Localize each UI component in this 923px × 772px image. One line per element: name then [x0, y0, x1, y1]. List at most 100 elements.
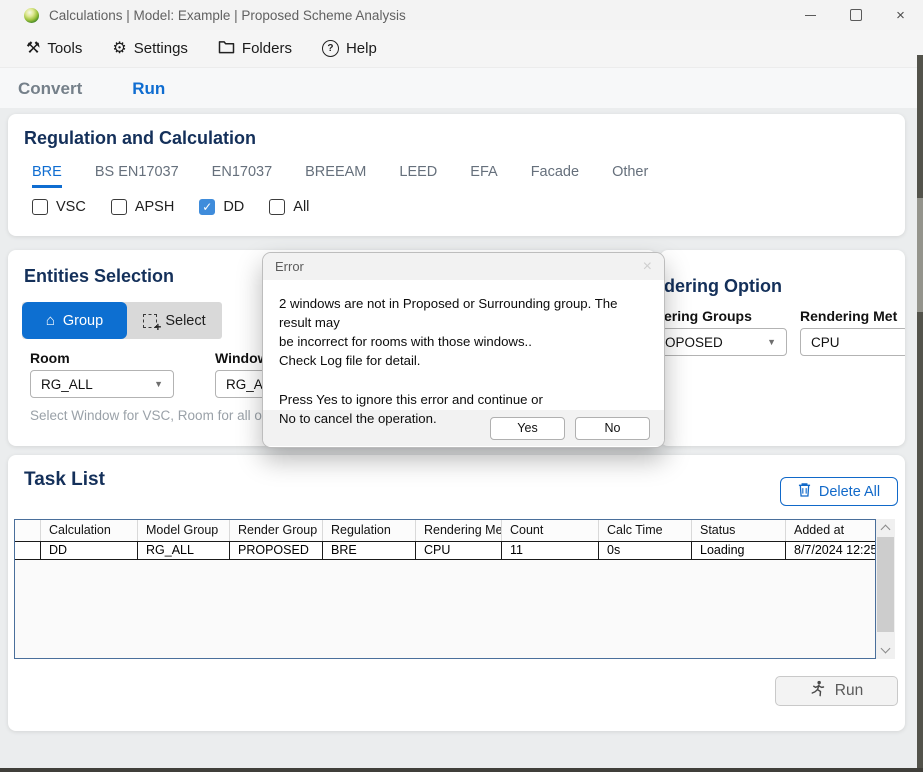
chevron-down-icon: ▼ [767, 337, 776, 347]
table-cell: 0s [599, 542, 692, 559]
menu-label: Help [346, 40, 377, 57]
yes-button[interactable]: Yes [490, 417, 565, 440]
runner-icon [810, 680, 825, 702]
close-button[interactable]: × [878, 0, 923, 30]
checkbox [111, 199, 127, 215]
chevron-up-icon [881, 525, 891, 535]
room-label: Room [30, 350, 70, 366]
menu-item-settings[interactable]: ⚙ Settings [112, 40, 188, 57]
select-button-label: Select [165, 313, 205, 329]
checkbox-label: VSC [56, 199, 86, 215]
column-header [15, 520, 41, 541]
reg-tab-efa[interactable]: EFA [470, 164, 497, 188]
column-header: Rendering Meth [416, 520, 502, 541]
rendering-groups-value: OPOSED [665, 335, 723, 350]
select-button[interactable]: Select [127, 302, 222, 339]
checkbox-all[interactable]: All [269, 199, 309, 215]
checkbox-dd[interactable]: ✓ DD [199, 199, 244, 215]
rendering-groups-select[interactable]: OPOSED ▼ [660, 328, 787, 356]
reg-tab-bs-en17037[interactable]: BS EN17037 [95, 164, 179, 188]
entities-hint-text: Select Window for VSC, Room for all othe… [30, 408, 292, 423]
chevron-down-icon [881, 644, 891, 654]
menu-item-folders[interactable]: Folders [218, 40, 292, 58]
select-area-icon [143, 314, 157, 328]
no-button[interactable]: No [575, 417, 650, 440]
table-cell: 8/7/2024 12:25:1 [786, 542, 875, 559]
rendering-method-select[interactable]: CPU [800, 328, 905, 356]
entities-mode-toggle: ⌂ Group Select [22, 302, 222, 339]
maximize-button[interactable] [833, 0, 878, 30]
dialog-message-line: be incorrect for rooms with those window… [279, 332, 650, 351]
scroll-up-button[interactable] [876, 519, 895, 536]
folder-icon [218, 40, 235, 58]
reg-tab-bre[interactable]: BRE [32, 164, 62, 188]
reg-tab-breeam[interactable]: BREEAM [305, 164, 366, 188]
window-title: Calculations | Model: Example | Proposed… [49, 8, 406, 23]
menu-item-help[interactable]: ? Help [322, 40, 377, 57]
checkbox-label: All [293, 199, 309, 215]
table-cell: BRE [323, 542, 416, 559]
scroll-down-button[interactable] [876, 642, 895, 659]
dialog-message-line: Press Yes to ignore this error and conti… [279, 390, 650, 409]
error-dialog: Error × 2 windows are not in Proposed or… [262, 252, 665, 448]
scrollbar-thumb[interactable] [877, 537, 894, 632]
help-icon: ? [322, 40, 339, 57]
taskbar-edge [0, 768, 923, 772]
column-header: Status [692, 520, 786, 541]
dialog-title-bar: Error × [263, 253, 664, 280]
tab-run[interactable]: Run [126, 68, 171, 112]
checkbox-apsh[interactable]: APSH [111, 199, 175, 215]
run-button-label: Run [835, 682, 863, 700]
background-scrollbar-thumb [917, 198, 923, 312]
group-button-label: Group [63, 313, 103, 329]
menu-item-tools[interactable]: ⚒ Tools [26, 40, 82, 57]
reg-tab-leed[interactable]: LEED [399, 164, 437, 188]
reg-tab-facade[interactable]: Facade [531, 164, 579, 188]
menu-bar: ⚒ Tools ⚙ Settings Folders ? Help [0, 30, 923, 68]
regulation-tab-bar: BRE BS EN17037 EN17037 BREEAM LEED EFA F… [8, 164, 905, 188]
room-select[interactable]: RG_ALL ▼ [30, 370, 174, 398]
chevron-down-icon: ▼ [154, 379, 163, 389]
checkbox-vsc[interactable]: VSC [32, 199, 86, 215]
menu-label: Settings [134, 40, 188, 57]
menu-label: Tools [47, 40, 82, 57]
dialog-close-button[interactable]: × [643, 259, 652, 275]
minimize-button[interactable] [788, 0, 833, 30]
dialog-message-spacer [279, 371, 650, 390]
window-label: Window [215, 350, 269, 366]
column-header: Render Group [230, 520, 323, 541]
checkbox [269, 199, 285, 215]
table-row[interactable]: DD RG_ALL PROPOSED BRE CPU 11 0s Loading… [15, 541, 875, 560]
room-select-value: RG_ALL [41, 377, 93, 392]
run-button[interactable]: Run [775, 676, 898, 706]
close-icon: × [643, 258, 652, 275]
dialog-message-line: Check Log file for detail. [279, 351, 650, 370]
table-cell: 11 [502, 542, 599, 559]
table-header-row: Calculation Model Group Render Group Reg… [15, 520, 875, 541]
table-scrollbar[interactable] [876, 519, 895, 659]
rendering-groups-label: ering Groups [664, 308, 752, 324]
check-icon: ✓ [202, 200, 212, 214]
group-button[interactable]: ⌂ Group [22, 302, 127, 339]
regulation-card: Regulation and Calculation BRE BS EN1703… [8, 114, 905, 236]
task-table: Calculation Model Group Render Group Reg… [14, 519, 876, 659]
maximize-icon [850, 9, 862, 21]
reg-tab-other[interactable]: Other [612, 164, 648, 188]
checkbox [32, 199, 48, 215]
column-header: Added at [786, 520, 875, 541]
checkbox-label: APSH [135, 199, 175, 215]
app-icon [24, 8, 39, 23]
main-tab-strip: Convert Run [0, 68, 923, 112]
home-icon: ⌂ [46, 313, 55, 328]
reg-tab-en17037[interactable]: EN17037 [212, 164, 272, 188]
delete-all-button[interactable]: Delete All [780, 477, 898, 506]
checkbox-label: DD [223, 199, 244, 215]
table-cell: RG_ALL [138, 542, 230, 559]
menu-label: Folders [242, 40, 292, 57]
column-header: Count [502, 520, 599, 541]
dialog-title: Error [275, 259, 304, 274]
table-cell: CPU [416, 542, 502, 559]
close-icon: × [896, 8, 905, 23]
regulation-title: Regulation and Calculation [8, 114, 905, 149]
tab-convert[interactable]: Convert [12, 68, 88, 109]
